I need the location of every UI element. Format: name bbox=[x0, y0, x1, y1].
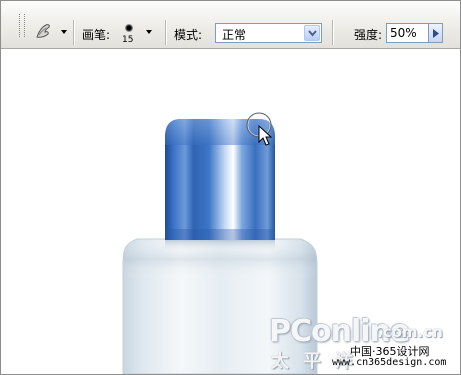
options-bar: 画笔: 15 模式: 正常 强度: 50% bbox=[1, 1, 460, 49]
image-canvas[interactable]: PConline .com.cn 太平洋 中国·365设计网 www.cn365… bbox=[1, 49, 460, 374]
separator bbox=[165, 20, 166, 45]
strength-label: 强度: bbox=[354, 28, 383, 42]
brush-preset-picker[interactable]: 15 bbox=[119, 21, 159, 47]
mode-value: 正常 bbox=[222, 28, 247, 42]
watermark-domain: .com.cn bbox=[377, 323, 443, 341]
credit-site-url: www.cn365design.com bbox=[332, 357, 447, 368]
mode-label: 模式: bbox=[174, 28, 203, 42]
mode-select[interactable]: 正常 bbox=[215, 23, 322, 43]
smudge-finger-icon bbox=[36, 24, 50, 38]
tool-preset-picker[interactable] bbox=[31, 21, 69, 43]
brush-size-value: 15 bbox=[122, 35, 134, 45]
document-window: 画笔: 15 模式: 正常 强度: 50% PConline .com.cn 太… bbox=[0, 0, 461, 375]
chevron-down-icon bbox=[308, 30, 317, 37]
separator bbox=[73, 20, 74, 45]
mode-dropdown-button[interactable] bbox=[304, 25, 320, 41]
brush-label: 画笔: bbox=[82, 28, 111, 42]
strength-input[interactable]: 50% bbox=[386, 23, 429, 43]
chevron-down-icon bbox=[61, 30, 67, 34]
strength-slider-button[interactable] bbox=[428, 23, 443, 43]
strength-value: 50% bbox=[390, 26, 417, 40]
triangle-right-icon bbox=[433, 29, 439, 38]
toolbar-grip[interactable] bbox=[19, 14, 25, 37]
brush-tip-icon bbox=[125, 24, 133, 32]
separator bbox=[332, 20, 333, 45]
chevron-down-icon bbox=[146, 30, 152, 34]
